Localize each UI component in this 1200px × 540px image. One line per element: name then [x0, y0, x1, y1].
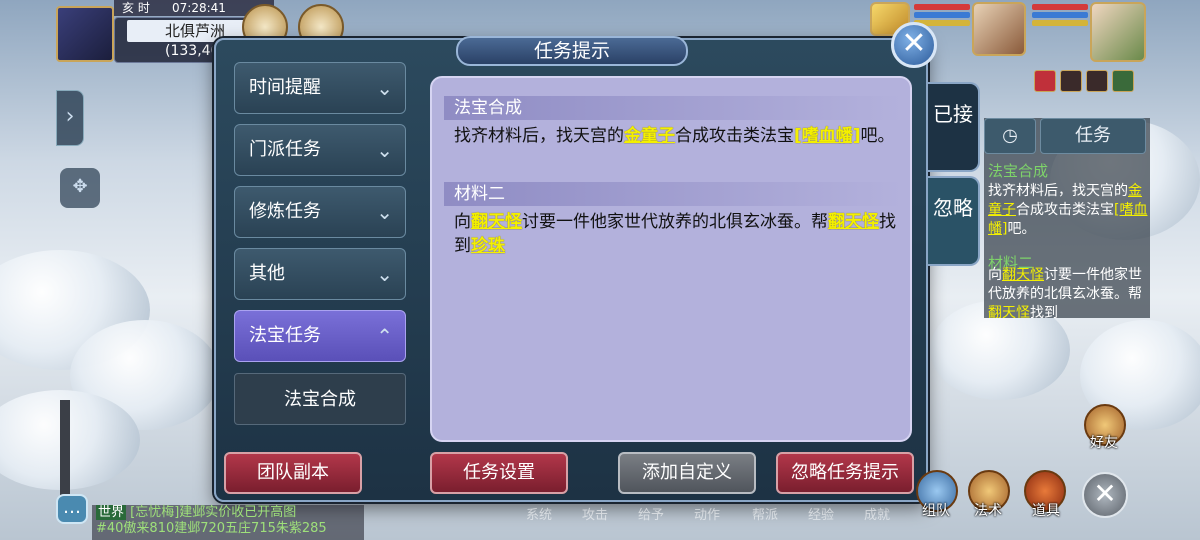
menu-team-label: 组队: [922, 503, 950, 519]
menu-friends-label: 好友: [1090, 435, 1118, 451]
category-fabao-task[interactable]: 法宝任务 ⌃: [234, 310, 406, 362]
chat-channel: 世界: [96, 505, 127, 520]
close-icon[interactable]: ✕: [891, 22, 937, 68]
section-title: 法宝合成: [444, 96, 902, 120]
chevron-down-icon: ⌄: [376, 262, 393, 286]
item-link[interactable]: 珍珠: [471, 236, 505, 256]
menu-guild: 帮派: [752, 508, 779, 523]
task-settings-button[interactable]: 任务设置: [430, 452, 568, 494]
section-body: 向翻天怪讨要一件他家世代放养的北俱玄冰蚕。帮翻天怪找到珍珠: [454, 212, 896, 256]
chevron-down-icon: ⌄: [376, 76, 393, 100]
menu-attack: 攻击: [582, 508, 609, 523]
npc-link[interactable]: 翻天怪: [828, 212, 879, 232]
tracker-material-desc: 向翻天怪讨要一件他家世代放养的北俱玄冰蚕。帮翻天怪找到: [988, 267, 1142, 318]
clock: 07:28:41: [172, 1, 226, 15]
chat-line: #40傲来810建邺720五庄715朱紫285: [96, 521, 327, 536]
expand-arrow-icon[interactable]: ›: [56, 90, 84, 146]
chat-bubble-icon[interactable]: …: [56, 494, 88, 524]
chevron-down-icon: ⌄: [376, 200, 393, 224]
tab-label: 已接: [933, 102, 973, 126]
move-icon[interactable]: ✥: [60, 168, 100, 208]
period-label: 亥 时: [122, 1, 150, 15]
menu-give: 给予: [638, 508, 665, 523]
player-avatar[interactable]: [56, 6, 114, 62]
close-menu-icon[interactable]: ✕: [1082, 472, 1128, 518]
menu-skill-label: 法术: [974, 503, 1002, 519]
category-cultivation-task[interactable]: 修炼任务 ⌄: [234, 186, 406, 238]
category-label: 修炼任务: [249, 201, 321, 222]
menu-exp: 经验: [808, 508, 835, 523]
tab-label: 忽略: [933, 196, 973, 220]
buff-icon[interactable]: [1112, 70, 1134, 92]
category-other[interactable]: 其他 ⌄: [234, 248, 406, 300]
item-link[interactable]: [嗜血幡]: [794, 126, 861, 146]
category-sect-task[interactable]: 门派任务 ⌄: [234, 124, 406, 176]
category-time-reminder[interactable]: 时间提醒 ⌄: [234, 62, 406, 114]
add-custom-button[interactable]: 添加自定义: [618, 452, 756, 494]
heart-buff-icon[interactable]: [1034, 70, 1056, 92]
buff-icon[interactable]: [1060, 70, 1082, 92]
tracker-task-title[interactable]: 法宝合成: [988, 160, 1048, 181]
menu-achievement: 成就: [864, 508, 891, 523]
category-label: 法宝任务: [249, 325, 321, 346]
dialog-title: 任务提示: [456, 36, 688, 66]
npc-link[interactable]: 翻天怪: [471, 212, 522, 232]
category-label: 时间提醒: [249, 77, 321, 98]
section-title: 材料二: [444, 182, 902, 206]
buff-icon[interactable]: [1086, 70, 1108, 92]
subcategory-fabao-synthesis[interactable]: 法宝合成: [234, 373, 406, 425]
tab-ignored[interactable]: 忽略: [928, 176, 980, 266]
npc-link[interactable]: 金童子: [624, 126, 675, 146]
ignore-hint-button[interactable]: 忽略任务提示: [776, 452, 914, 494]
category-label: 其他: [249, 263, 285, 284]
tab-accepted[interactable]: 已接: [928, 82, 980, 172]
category-label: 门派任务: [249, 139, 321, 160]
tracker-task-tab[interactable]: 任务: [1040, 118, 1146, 154]
tracker-timer-tab[interactable]: ◷: [984, 118, 1036, 154]
task-tracker: ◷ 任务 法宝合成 找齐材料后，找天宫的金童子合成攻击类法宝[嗜血幡]吧。 材料…: [984, 118, 1150, 318]
chevron-up-icon: ⌃: [376, 324, 393, 348]
team-dungeon-button[interactable]: 团队副本: [224, 452, 362, 494]
tree-trunk: [60, 400, 70, 500]
menu-items-label: 道具: [1032, 503, 1060, 519]
chat-line: [忘忧梅]建邺实价收已开高图: [130, 505, 297, 520]
player-portrait[interactable]: [1090, 2, 1146, 62]
tracker-task-desc: 找齐材料后，找天宫的金童子合成攻击类法宝[嗜血幡]吧。: [988, 183, 1148, 237]
section-body: 找齐材料后，找天宫的金童子合成攻击类法宝[嗜血幡]吧。: [454, 126, 895, 146]
world-chat[interactable]: 世界 [忘忧梅]建邺实价收已开高图 #40傲来810建邺720五庄715朱紫28…: [92, 505, 364, 540]
target-portrait[interactable]: [972, 2, 1026, 56]
chevron-down-icon: ⌄: [376, 138, 393, 162]
task-detail-panel: 法宝合成 找齐材料后，找天宫的金童子合成攻击类法宝[嗜血幡]吧。 材料二 向翻天…: [430, 76, 912, 442]
menu-system: 系统: [526, 508, 553, 523]
player-status-bars: [1032, 2, 1088, 28]
menu-action: 动作: [694, 508, 721, 523]
